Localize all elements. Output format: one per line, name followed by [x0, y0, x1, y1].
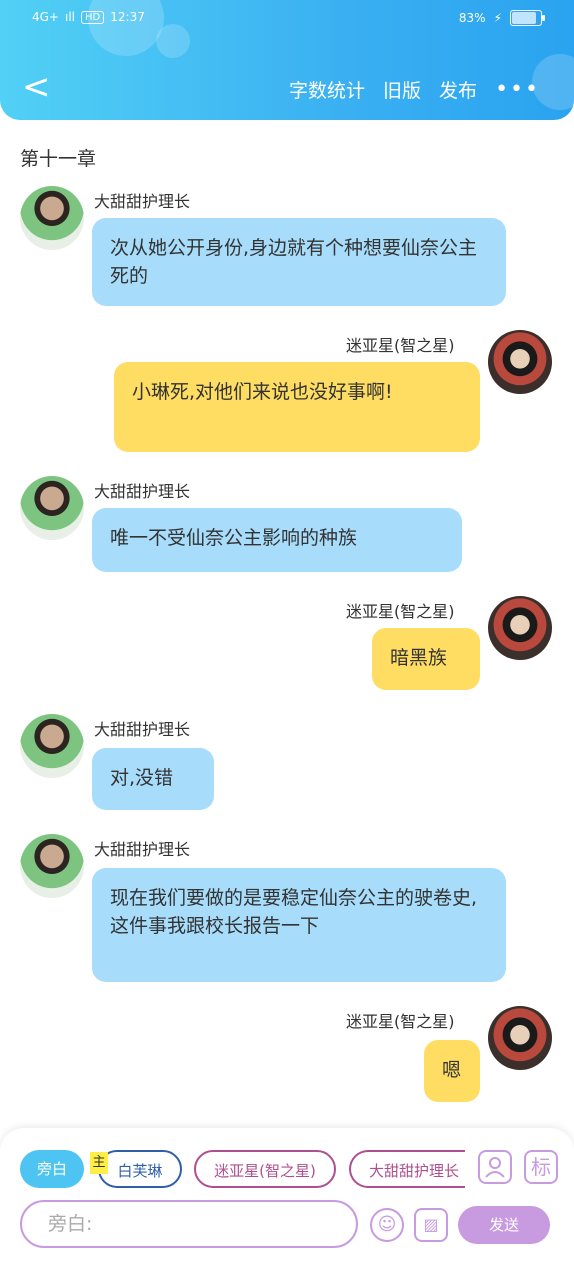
top-header: 4G+ ıll HD 12:37 83% ⚡ < 字数统计 旧版 发布 ••• [0, 0, 574, 120]
message-bubble[interactable]: 暗黑族 [372, 628, 480, 690]
user-icon[interactable] [478, 1150, 512, 1184]
back-button[interactable]: < [22, 70, 51, 104]
chapter-title: 第十一章 [20, 148, 97, 170]
tag-icon[interactable]: 标 [524, 1150, 558, 1184]
message-bubble[interactable]: 小琳死,对他们来说也没好事啊! [114, 362, 480, 452]
send-button[interactable]: 发送 [458, 1206, 550, 1244]
message-bubble[interactable]: 次从她公开身份,身边就有个种想要仙奈公主死的 [92, 218, 506, 306]
message-bubble[interactable]: 唯一不受仙奈公主影响的种族 [92, 508, 462, 572]
message-bubble[interactable]: 对,没错 [92, 748, 214, 810]
sender-name: 迷亚星(智之星) [346, 602, 455, 621]
image-icon[interactable]: ▨ [414, 1208, 448, 1242]
status-bar: 4G+ ıll HD 12:37 83% ⚡ [32, 10, 545, 34]
sender-name: 大甜甜护理长 [94, 482, 191, 501]
avatar[interactable] [20, 186, 84, 250]
old-version-button[interactable]: 旧版 [383, 76, 421, 103]
message-bubble[interactable]: 嗯 [424, 1040, 480, 1102]
avatar[interactable] [20, 476, 84, 540]
more-icon[interactable]: ••• [495, 77, 540, 102]
role-miya-star[interactable]: 迷亚星(智之星) [194, 1150, 336, 1188]
hd-badge: HD [81, 10, 105, 24]
header-actions: 字数统计 旧版 发布 ••• [289, 76, 540, 103]
sender-name: 迷亚星(智之星) [346, 336, 455, 355]
role-bai-fulin[interactable]: 白芙琳 [98, 1150, 182, 1188]
sender-name: 大甜甜护理长 [94, 840, 191, 859]
sender-name: 大甜甜护理长 [94, 192, 191, 211]
publish-button[interactable]: 发布 [439, 76, 477, 103]
signal-icon: ıll [65, 10, 76, 24]
main-role-badge: 主 [90, 1152, 108, 1174]
avatar[interactable] [488, 330, 552, 394]
avatar[interactable] [488, 596, 552, 660]
role-head-nurse[interactable]: 大甜甜护理长 [349, 1150, 465, 1188]
role-narrator[interactable]: 旁白 [20, 1150, 84, 1188]
sender-name: 大甜甜护理长 [94, 720, 191, 739]
message-input[interactable]: 旁白: [20, 1200, 358, 1248]
avatar[interactable] [20, 834, 84, 898]
avatar[interactable] [488, 1006, 552, 1070]
sender-name: 迷亚星(智之星) [346, 1012, 455, 1031]
charging-icon: ⚡ [493, 11, 502, 25]
network-indicator: 4G+ [32, 10, 59, 24]
emoji-icon[interactable]: ☺ [370, 1208, 404, 1242]
battery-percent: 83% [458, 11, 486, 25]
battery-icon [510, 10, 545, 26]
clock: 12:37 [110, 10, 145, 24]
message-bubble[interactable]: 现在我们要做的是要稳定仙奈公主的驶卷史,这件事我跟校长报告一下 [92, 868, 506, 982]
avatar[interactable] [20, 714, 84, 778]
word-count-button[interactable]: 字数统计 [289, 76, 365, 103]
